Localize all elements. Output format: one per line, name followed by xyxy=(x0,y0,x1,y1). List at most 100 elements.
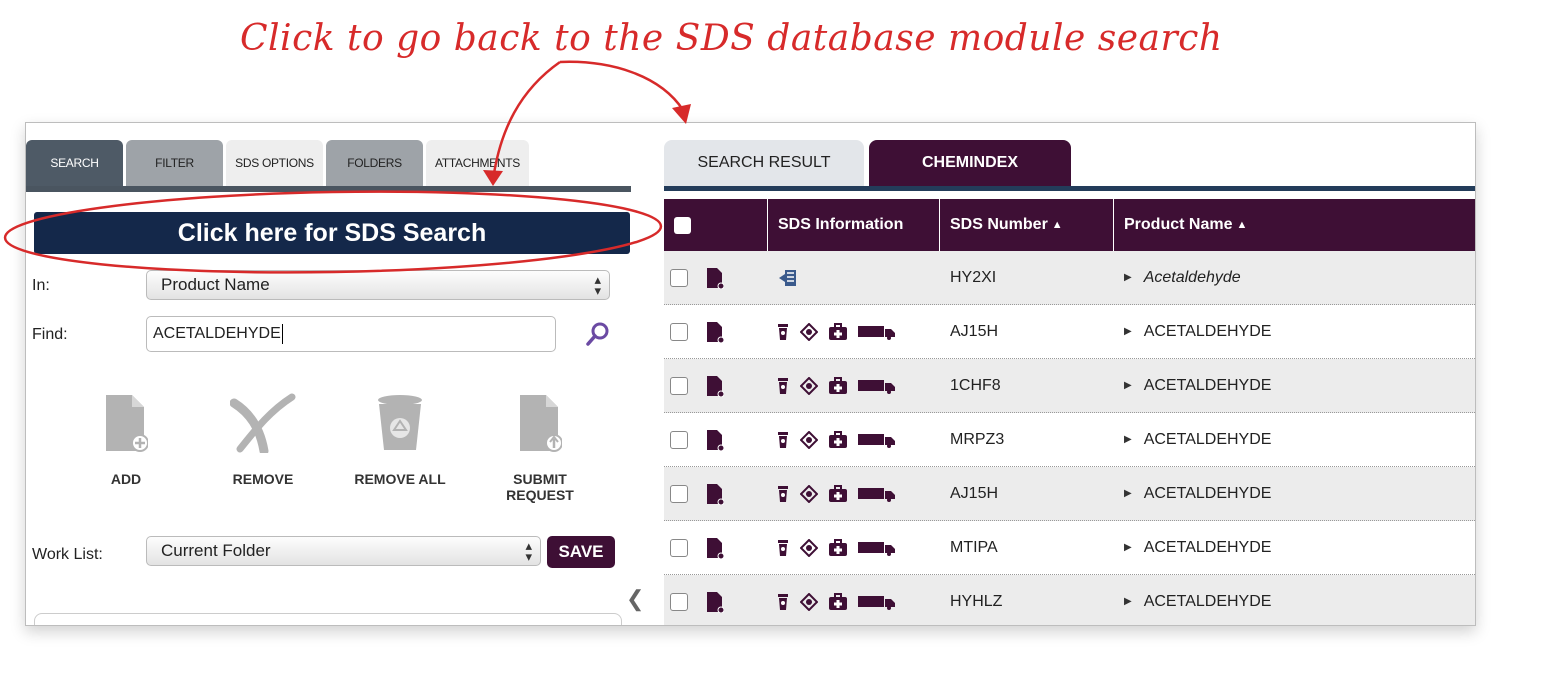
sds-search-button[interactable]: Click here for SDS Search xyxy=(34,212,630,254)
tab-chemindex[interactable]: CHEMINDEX xyxy=(869,140,1071,186)
table-row[interactable]: MTIPA ▶ ACETALDEHYDE xyxy=(664,521,1475,575)
disposal-icon[interactable] xyxy=(776,593,790,611)
hazard-diamond-icon[interactable] xyxy=(800,538,818,557)
first-aid-kit-icon[interactable] xyxy=(828,484,848,503)
product-name-cell[interactable]: ACETALDEHYDE xyxy=(1144,377,1272,395)
tab-search-result[interactable]: SEARCH RESULT xyxy=(664,140,864,186)
row-checkbox[interactable] xyxy=(670,376,688,395)
product-name-cell[interactable]: Acetaldehyde xyxy=(1144,269,1241,287)
recycle-bin-icon xyxy=(378,395,422,450)
product-name-cell[interactable]: ACETALDEHYDE xyxy=(1144,323,1272,341)
row-checkbox[interactable] xyxy=(670,322,688,341)
save-button[interactable]: SAVE xyxy=(547,536,615,568)
tab-folders[interactable]: FOLDERS xyxy=(326,140,423,186)
tab-attachments[interactable]: ATTACHMENTS xyxy=(426,140,529,186)
left-tab-bar xyxy=(26,186,631,192)
select-arrows-icon: ▴ ▾ xyxy=(594,272,601,298)
disposal-icon[interactable] xyxy=(776,323,790,341)
product-name-cell[interactable]: ACETALDEHYDE xyxy=(1144,485,1272,503)
disposal-icon[interactable] xyxy=(776,377,790,395)
product-name-cell[interactable]: ACETALDEHYDE xyxy=(1144,593,1272,611)
table-row[interactable]: 1CHF8 ▶ ACETALDEHYDE xyxy=(664,359,1475,413)
sds-number-cell: MTIPA xyxy=(950,538,998,556)
expand-arrow-icon[interactable]: ▶ xyxy=(1124,542,1132,553)
expand-arrow-icon[interactable]: ▶ xyxy=(1124,272,1132,283)
left-tabs: SEARCH FILTER SDS OPTIONS FOLDERS ATTACH… xyxy=(26,140,631,186)
add-document-icon xyxy=(106,395,148,452)
first-aid-kit-icon[interactable] xyxy=(828,592,848,611)
sds-document-icon[interactable] xyxy=(706,375,724,397)
expand-arrow-icon[interactable]: ▶ xyxy=(1124,596,1132,607)
sds-number-cell: AJ15H xyxy=(950,484,999,502)
remove-all-button[interactable]: REMOVE ALL xyxy=(340,391,460,487)
row-checkbox[interactable] xyxy=(670,268,688,287)
row-checkbox[interactable] xyxy=(670,430,688,449)
sds-document-icon[interactable] xyxy=(706,321,724,343)
header-sds-number[interactable]: SDS Number ▲ xyxy=(940,199,1114,251)
search-icon[interactable] xyxy=(584,320,612,348)
transport-truck-icon[interactable] xyxy=(858,540,896,556)
sds-document-icon[interactable] xyxy=(706,267,724,289)
disposal-icon[interactable] xyxy=(776,431,790,449)
product-name-cell[interactable]: ACETALDEHYDE xyxy=(1144,431,1272,449)
first-aid-kit-icon[interactable] xyxy=(828,538,848,557)
expand-arrow-icon[interactable]: ▶ xyxy=(1124,326,1132,337)
worklist-select[interactable]: Current Folder ▴ ▾ xyxy=(146,536,541,566)
row-checkbox[interactable] xyxy=(670,484,688,503)
transport-truck-icon[interactable] xyxy=(858,378,896,394)
select-arrows-icon: ▴ ▾ xyxy=(525,538,532,564)
table-row[interactable]: HYHLZ ▶ ACETALDEHYDE xyxy=(664,575,1475,625)
header-select-all xyxy=(664,199,768,251)
table-row[interactable]: AJ15H ▶ ACETALDEHYDE xyxy=(664,305,1475,359)
text-caret xyxy=(281,324,283,344)
sds-document-icon[interactable] xyxy=(706,429,724,451)
hazard-diamond-icon[interactable] xyxy=(800,376,818,395)
row-checkbox[interactable] xyxy=(670,538,688,557)
transport-truck-icon[interactable] xyxy=(858,594,896,610)
add-button[interactable]: ADD xyxy=(66,391,186,487)
table-row[interactable]: MRPZ3 ▶ ACETALDEHYDE xyxy=(664,413,1475,467)
collapse-handle-icon[interactable]: ❮ xyxy=(626,586,644,612)
disposal-icon[interactable] xyxy=(776,539,790,557)
expand-arrow-icon[interactable]: ▶ xyxy=(1124,488,1132,499)
chemindex-info-icon[interactable] xyxy=(778,268,800,288)
table-row[interactable]: AJ15H ▶ ACETALDEHYDE xyxy=(664,467,1475,521)
hazard-diamond-icon[interactable] xyxy=(800,592,818,611)
sort-asc-icon[interactable]: ▲ xyxy=(1052,219,1063,231)
app-frame: SEARCH FILTER SDS OPTIONS FOLDERS ATTACH… xyxy=(25,122,1476,626)
remove-all-label: REMOVE ALL xyxy=(354,471,446,487)
remove-button[interactable]: REMOVE xyxy=(203,391,323,487)
tab-sds-options[interactable]: SDS OPTIONS xyxy=(226,140,323,186)
expand-arrow-icon[interactable]: ▶ xyxy=(1124,434,1132,445)
remove-x-icon xyxy=(230,393,296,453)
worklist-select-value: Current Folder xyxy=(161,541,271,560)
select-all-checkbox[interactable] xyxy=(674,216,691,234)
transport-truck-icon[interactable] xyxy=(858,486,896,502)
header-product-name[interactable]: Product Name ▲ xyxy=(1114,199,1475,251)
table-row[interactable]: HY2XI ▶ Acetaldehyde xyxy=(664,251,1475,305)
first-aid-kit-icon[interactable] xyxy=(828,376,848,395)
sds-number-cell: HYHLZ xyxy=(950,592,1003,610)
sds-document-icon[interactable] xyxy=(706,483,724,505)
first-aid-kit-icon[interactable] xyxy=(828,322,848,341)
tab-filter[interactable]: FILTER xyxy=(126,140,223,186)
expand-arrow-icon[interactable]: ▶ xyxy=(1124,380,1132,391)
first-aid-kit-icon[interactable] xyxy=(828,430,848,449)
disposal-icon[interactable] xyxy=(776,485,790,503)
product-name-cell[interactable]: ACETALDEHYDE xyxy=(1144,539,1272,557)
tab-search[interactable]: SEARCH xyxy=(26,140,123,186)
transport-truck-icon[interactable] xyxy=(858,324,896,340)
hazard-diamond-icon[interactable] xyxy=(800,430,818,449)
hazard-diamond-icon[interactable] xyxy=(800,322,818,341)
sds-number-cell: HY2XI xyxy=(950,268,997,286)
in-select[interactable]: Product Name ▴ ▾ xyxy=(146,270,610,300)
row-checkbox[interactable] xyxy=(670,592,688,611)
sds-document-icon[interactable] xyxy=(706,591,724,613)
annotation-arrowhead-right xyxy=(672,104,691,124)
sort-asc-icon[interactable]: ▲ xyxy=(1236,219,1247,231)
submit-request-button[interactable]: SUBMIT REQUEST xyxy=(480,391,600,503)
sds-document-icon[interactable] xyxy=(706,537,724,559)
transport-truck-icon[interactable] xyxy=(858,432,896,448)
hazard-diamond-icon[interactable] xyxy=(800,484,818,503)
find-input[interactable]: ACETALDEHYDE xyxy=(146,316,556,352)
